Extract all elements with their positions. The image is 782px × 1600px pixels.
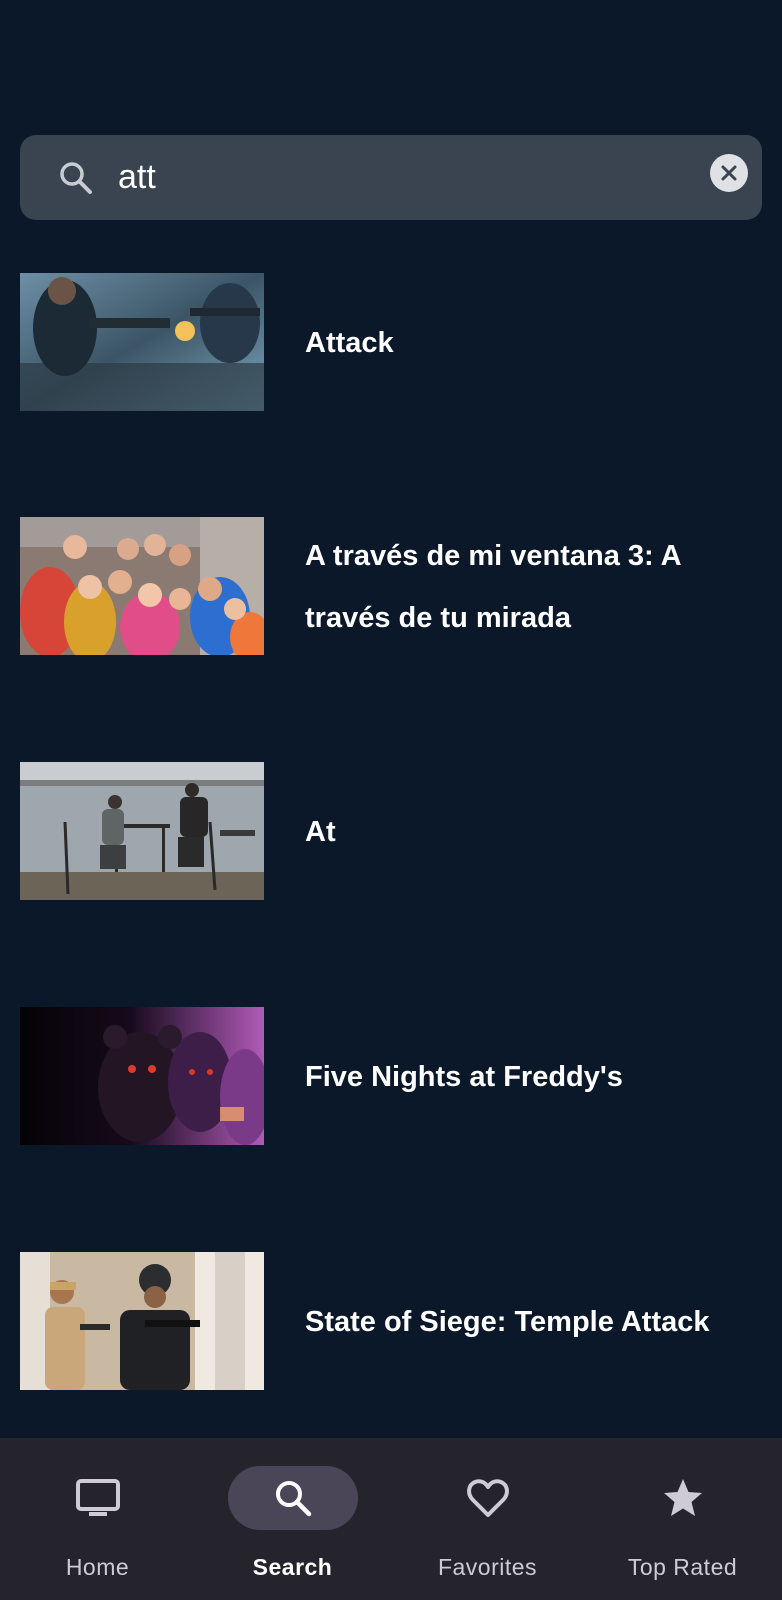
result-title: Attack: [305, 327, 394, 359]
nav-item-home[interactable]: Home: [0, 1438, 195, 1600]
bottom-navigation: Home Search Favorites Top Rated: [0, 1438, 782, 1600]
list-item[interactable]: Five Nights at Freddy's: [0, 1007, 782, 1147]
result-title: A través de mi ventana 3: A través de tu…: [305, 540, 681, 634]
movie-poster: [20, 1007, 264, 1145]
heart-icon: [465, 1477, 511, 1519]
nav-label: Favorites: [437, 1554, 538, 1580]
list-item[interactable]: Attack: [0, 273, 782, 413]
nav-label: Search: [252, 1554, 333, 1580]
movie-poster: [20, 1252, 264, 1390]
result-title: Five Nights at Freddy's: [305, 1061, 623, 1093]
search-bar[interactable]: att: [20, 135, 762, 220]
nav-label: Top Rated: [627, 1554, 738, 1580]
nav-item-top-rated[interactable]: Top Rated: [585, 1438, 780, 1600]
close-icon: [719, 163, 739, 183]
tv-icon: [74, 1476, 122, 1520]
nav-item-search[interactable]: Search: [195, 1438, 390, 1600]
search-input[interactable]: att: [118, 135, 156, 220]
search-icon: [56, 158, 96, 198]
result-title: State of Siege: Temple Attack: [305, 1306, 710, 1338]
clear-search-button[interactable]: [710, 154, 748, 192]
list-item[interactable]: At: [0, 762, 782, 902]
result-title: At: [305, 816, 336, 848]
nav-label: Home: [65, 1554, 130, 1580]
search-icon: [271, 1476, 315, 1520]
nav-item-favorites[interactable]: Favorites: [390, 1438, 585, 1600]
list-item[interactable]: State of Siege: Temple Attack: [0, 1252, 782, 1392]
movie-poster: [20, 762, 264, 900]
movie-poster: [20, 517, 264, 655]
movie-poster: [20, 273, 264, 411]
list-item[interactable]: A través de mi ventana 3: A través de tu…: [0, 517, 782, 657]
star-icon: [661, 1476, 705, 1520]
